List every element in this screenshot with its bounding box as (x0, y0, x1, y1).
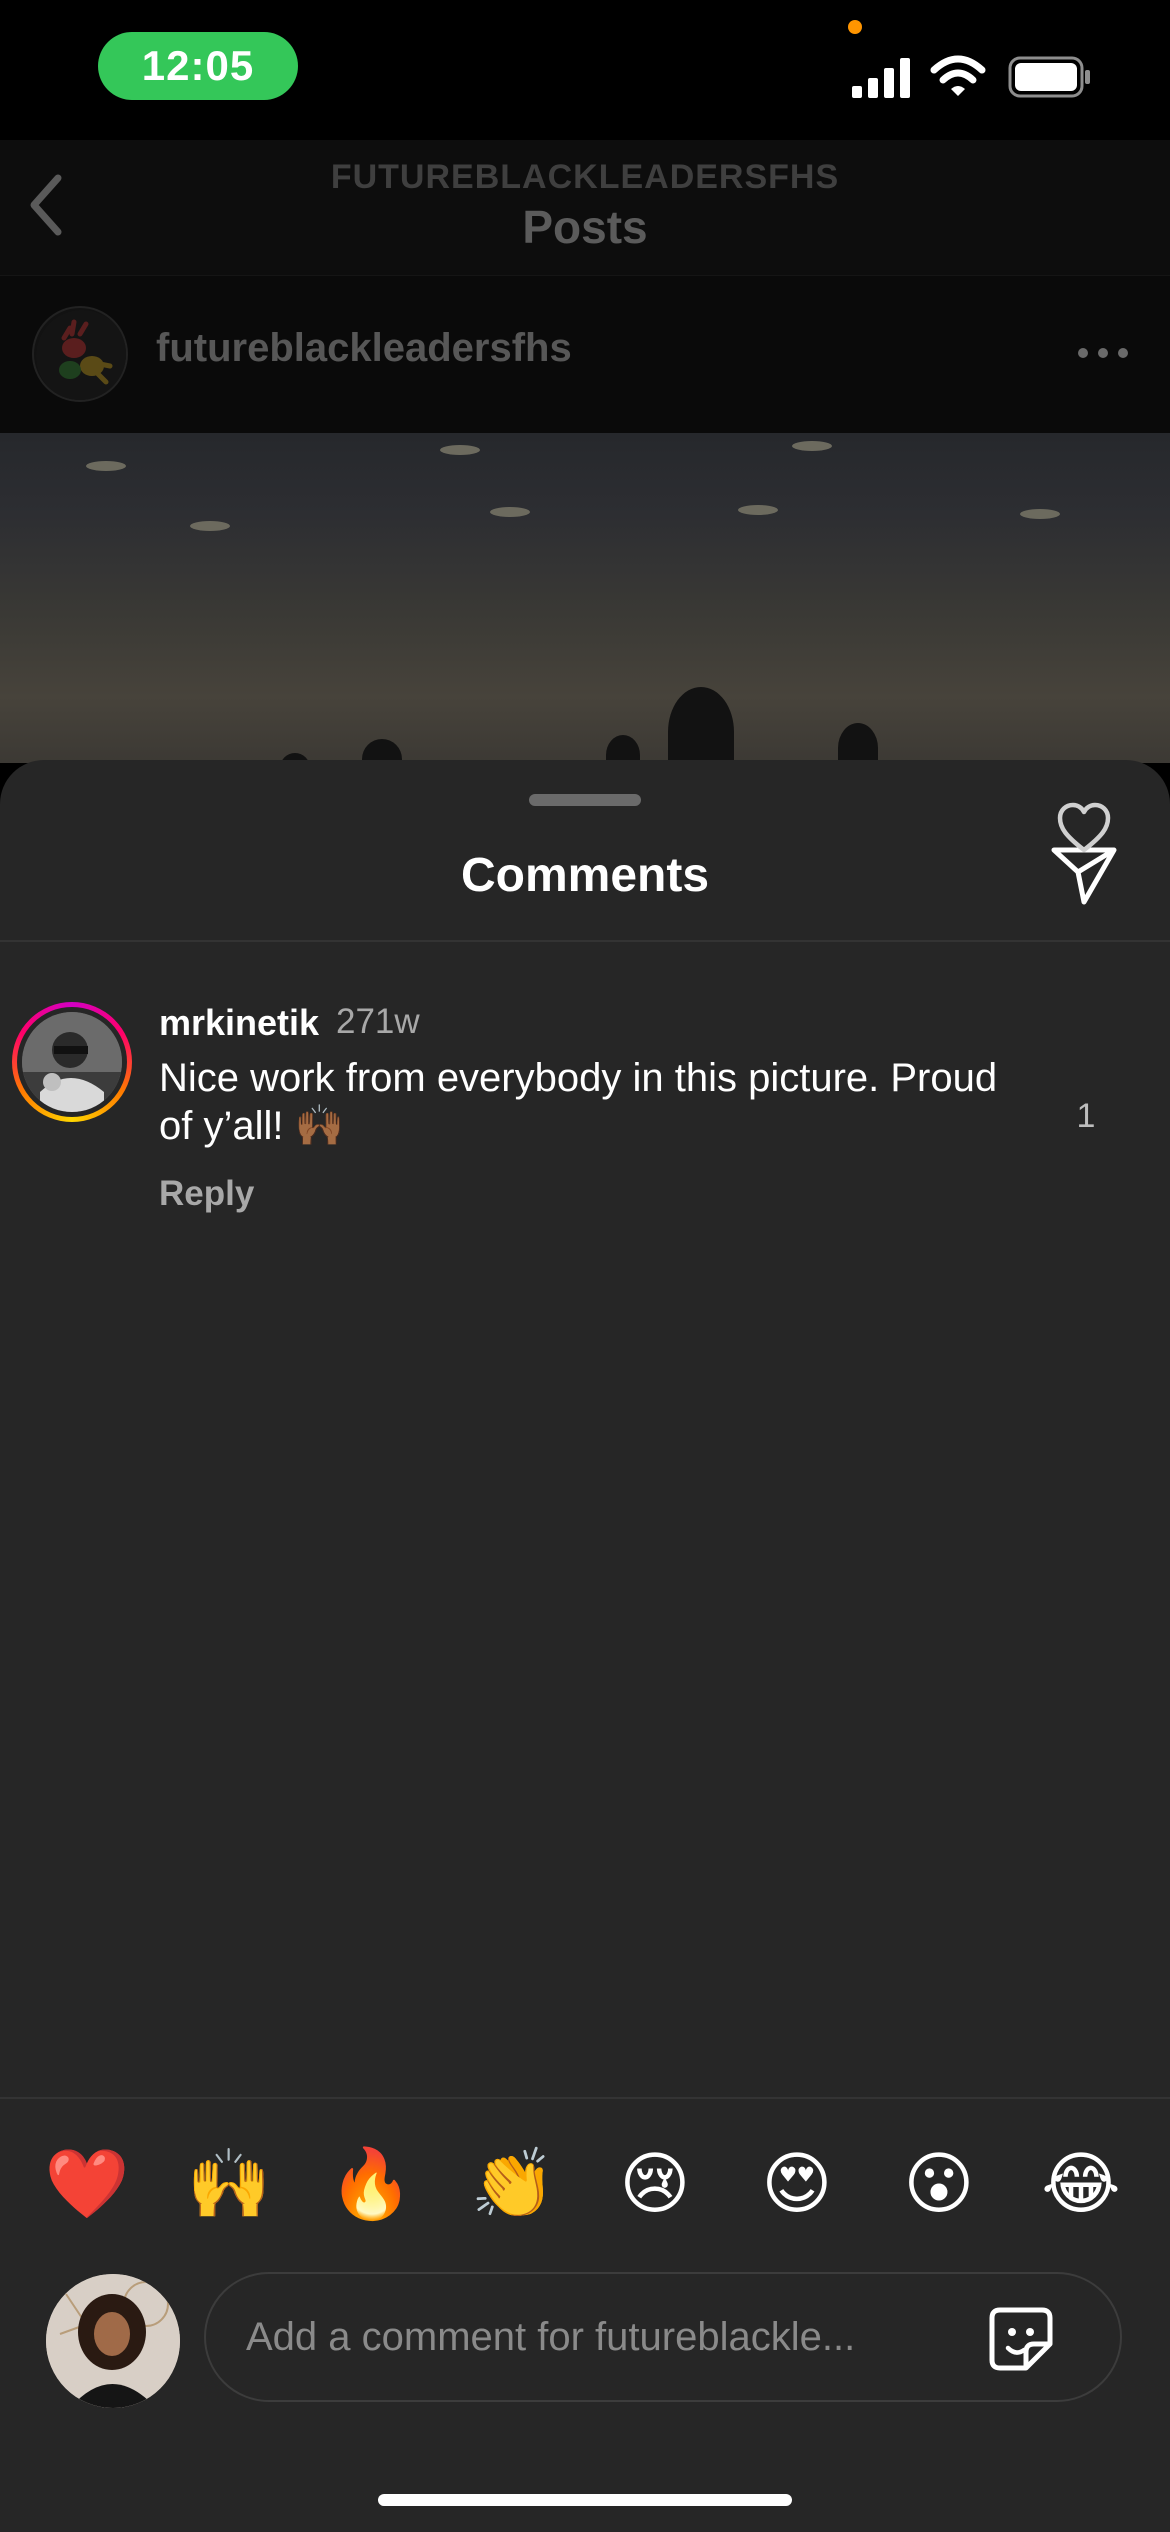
emoji-surprised-button[interactable]: 😮 (894, 2140, 984, 2230)
emoji-raised-hands-button[interactable]: 🙌 (184, 2140, 274, 2230)
post-header: FUTUREBLACKLEADERSFHS Posts (0, 140, 1170, 275)
comment-composer (0, 2268, 1170, 2408)
emoji-heart-eyes-button[interactable]: 😍 (752, 2140, 842, 2230)
like-heart-icon[interactable] (1056, 802, 1112, 854)
wifi-icon (930, 55, 986, 96)
emoji-reaction-bar: ❤️ 🙌 🔥 👏 😢 😍 😮 😂 (0, 2140, 1170, 2230)
emoji-clap-button[interactable]: 👏 (468, 2140, 558, 2230)
post-photo[interactable] (0, 433, 1170, 763)
battery-icon (1008, 56, 1090, 98)
comment-text: Nice work from everybody in this picture… (159, 1056, 998, 1148)
signal-icon (852, 58, 910, 98)
post-author-username[interactable]: futureblackleadersfhs (156, 326, 572, 371)
comments-title: Comments (460, 849, 710, 902)
current-user-photo (46, 2274, 180, 2408)
comment-username[interactable]: mrkinetik (159, 1002, 319, 1044)
emoji-fire-button[interactable]: 🔥 (326, 2140, 416, 2230)
comments-sheet: Comments mrkinetik 271w Nice work from e… (0, 760, 1170, 2532)
emoji-crying-button[interactable]: 😢 (610, 2140, 700, 2230)
status-time[interactable]: 12:05 (98, 32, 298, 100)
header-account-name: FUTUREBLACKLEADERSFHS (330, 158, 840, 196)
header-title: Posts (522, 201, 648, 253)
handprint-logo-icon (36, 310, 126, 400)
commenter-avatar[interactable] (12, 1002, 132, 1122)
more-options-icon[interactable] (1078, 348, 1128, 362)
commenter-photo (22, 1012, 122, 1112)
reply-button[interactable]: Reply (159, 1174, 254, 1214)
current-user-avatar[interactable] (46, 2274, 180, 2408)
privacy-indicator-dot (848, 20, 862, 34)
comment-item: mrkinetik 271w Nice work from everybody … (0, 980, 1170, 1220)
post-author-row: futureblackleadersfhs (0, 275, 1170, 433)
like-count: 1 (1076, 1097, 1096, 1135)
post-author-avatar[interactable] (32, 306, 128, 402)
sticker-icon[interactable] (986, 2304, 1056, 2374)
comment-timestamp: 271w (336, 1002, 420, 1041)
comment-input-box (204, 2272, 1122, 2402)
emoji-laughing-button[interactable]: 😂 (1036, 2140, 1126, 2230)
emoji-heart-button[interactable]: ❤️ (42, 2140, 132, 2230)
emoji-bar-divider (0, 2097, 1170, 2099)
comment-input[interactable] (246, 2274, 966, 2400)
sheet-divider (0, 940, 1170, 942)
sheet-grabber-handle[interactable] (529, 794, 641, 806)
status-bar: 12:05 (0, 0, 1170, 140)
home-indicator[interactable] (378, 2494, 792, 2506)
